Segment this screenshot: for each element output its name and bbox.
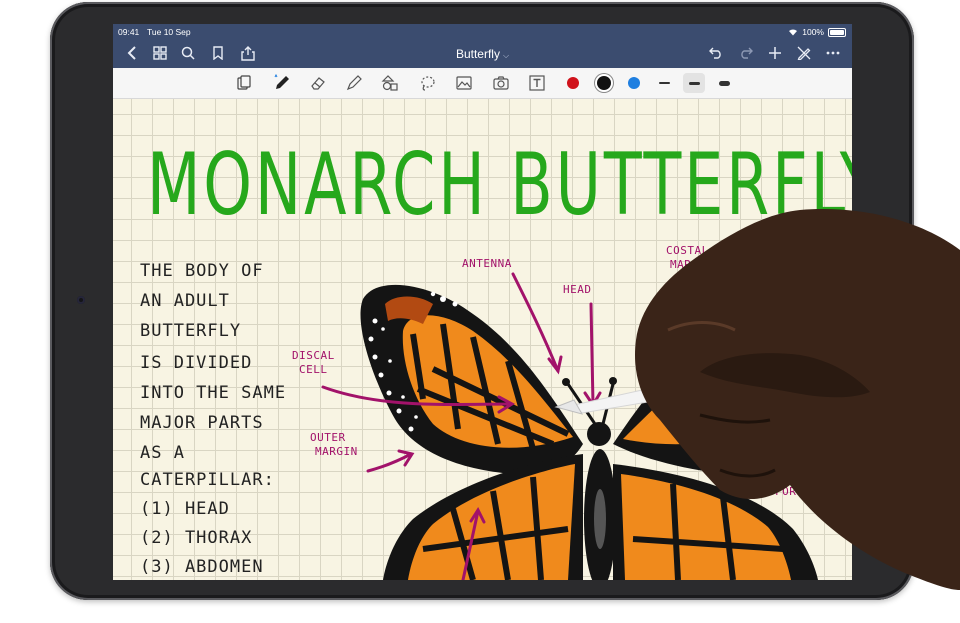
ipad-device: 09:41 Tue 10 Sep 100% Butterfly ⌵ MONARC… [50, 2, 914, 600]
label-antenna: ANTENNA [462, 257, 512, 270]
document-title-text: Butterfly [455, 47, 500, 61]
shapes-icon[interactable] [379, 72, 401, 94]
eraser-icon[interactable] [307, 72, 329, 94]
status-date: Tue 10 Sep [147, 27, 191, 37]
edit-off-icon[interactable] [793, 42, 815, 64]
wifi-icon [789, 29, 798, 36]
navigation-bar: 09:41 Tue 10 Sep 100% Butterfly ⌵ [113, 24, 852, 68]
label-outer-2: MARGIN [315, 445, 358, 458]
label-discal-2: CELL [299, 363, 328, 376]
highlighter-icon[interactable] [343, 72, 365, 94]
color-swatch-blue[interactable] [628, 77, 640, 89]
ipad-screen: 09:41 Tue 10 Sep 100% Butterfly ⌵ MONARC… [113, 24, 852, 580]
note-canvas[interactable]: MONARCH BUTTERFLY THE BODY OF AN ADULT B… [113, 99, 852, 580]
butterfly-drawing [321, 272, 818, 580]
label-costal-1: COSTAL [666, 244, 709, 257]
color-swatch-red[interactable] [567, 77, 579, 89]
camera-icon[interactable] [490, 72, 512, 94]
chevron-down-icon: ⌵ [502, 51, 510, 60]
lasso-icon[interactable] [417, 72, 439, 94]
butterfly-head [587, 422, 611, 446]
label-outer-1: OUTER [310, 431, 346, 444]
more-icon[interactable] [822, 42, 844, 64]
head-arrow [589, 302, 595, 406]
stroke-medium-button[interactable] [683, 73, 705, 93]
text-box-icon[interactable] [526, 72, 548, 94]
front-camera [77, 296, 85, 304]
status-time: 09:41 [118, 27, 140, 37]
label-forewing: FOREWI [775, 485, 818, 498]
plus-icon[interactable] [764, 42, 786, 64]
label-discal-1: DISCAL [292, 349, 335, 362]
status-right: 100% [788, 27, 846, 37]
outer-margin-arrow [366, 452, 413, 473]
image-icon[interactable] [453, 72, 475, 94]
battery-icon [828, 27, 846, 37]
stroke-thin-button[interactable] [653, 73, 675, 93]
battery-percent: 100% [802, 27, 824, 37]
label-head: HEAD [563, 283, 592, 296]
pen-icon[interactable] [271, 72, 293, 94]
stroke-thick-button[interactable] [713, 73, 735, 93]
tool-bar [113, 68, 852, 99]
read-mode-icon[interactable] [233, 72, 255, 94]
redo-icon[interactable] [735, 42, 757, 64]
undo-icon[interactable] [705, 42, 727, 64]
color-swatch-black[interactable] [597, 76, 611, 90]
label-costal-2: MARGIN [670, 258, 713, 271]
